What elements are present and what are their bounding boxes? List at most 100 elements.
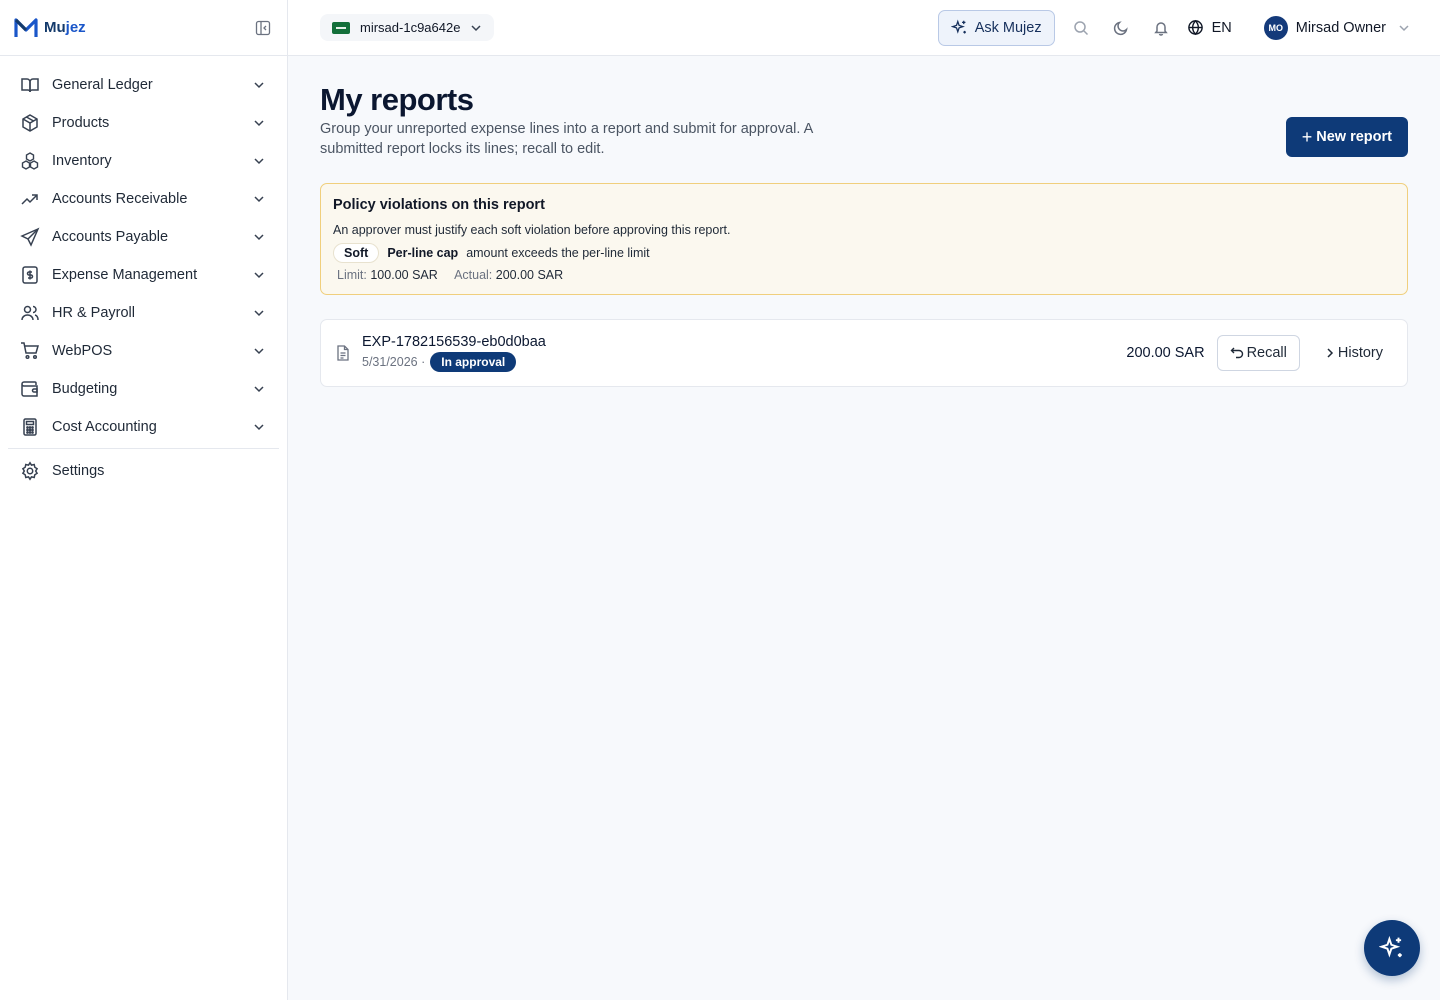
receipt-icon [20, 265, 40, 285]
brand-name: Mujez [44, 19, 86, 36]
chevron-down-icon [251, 343, 267, 359]
sidebar-item-expense-management[interactable]: Expense Management [0, 256, 287, 294]
send-icon [20, 227, 40, 247]
globe-icon [1187, 19, 1203, 36]
language-code: EN [1211, 19, 1232, 36]
history-label: History [1337, 345, 1383, 361]
sidebar-item-products[interactable]: Products [0, 104, 287, 142]
violation-code: Per-line cap [387, 246, 459, 260]
sidebar-item-general-ledger[interactable]: General Ledger [0, 66, 287, 104]
limit-value: 100.00 SAR [370, 268, 438, 282]
severity-badge: Soft [333, 243, 380, 263]
sidebar-item-cost-accounting[interactable]: Cost Accounting [0, 408, 287, 446]
chevron-down-icon [251, 267, 267, 283]
avatar: MO [1263, 15, 1288, 40]
file-text-icon [335, 345, 351, 361]
sidebar-item-label: Settings [52, 463, 105, 479]
alert-description: An approver must justify each soft viola… [333, 223, 731, 237]
report-meta: 5/31/2026 · In approval [362, 352, 1126, 372]
sparkles-icon [950, 19, 966, 34]
theme-toggle-button[interactable] [1101, 10, 1141, 46]
sidebar-item-webpos[interactable]: WebPOS [0, 332, 287, 370]
boxes-icon [20, 151, 40, 171]
report-id: EXP-1782156539-eb0d0baa [362, 334, 546, 350]
moon-icon [1113, 20, 1128, 35]
sidebar-item-inventory[interactable]: Inventory [0, 142, 287, 180]
violation-limits: Limit: 100.00 SAR Actual: 200.00 SAR [333, 268, 1395, 282]
report-amount: 200.00 SAR [1126, 345, 1205, 361]
brand-logo[interactable]: Mujez [14, 17, 86, 39]
chevron-down-icon [1399, 24, 1409, 31]
book-icon [20, 75, 40, 95]
chevron-down-icon [251, 381, 267, 397]
user-menu[interactable]: MO Mirsad Owner [1263, 15, 1410, 40]
ask-mujez-button[interactable]: Ask Mujez [937, 9, 1055, 46]
users-icon [20, 303, 40, 323]
page-subtitle: Group your unreported expense lines into… [320, 121, 813, 157]
gear-icon [20, 461, 40, 481]
search-icon [1073, 20, 1088, 35]
trending-up-icon [20, 189, 40, 209]
chevron-down-icon [251, 77, 267, 93]
new-report-button[interactable]: + New report [1285, 117, 1408, 157]
sidebar-header: Mujez [0, 0, 287, 56]
wallet-icon [20, 379, 40, 399]
page-title: My reports [320, 82, 474, 117]
assistant-fab[interactable] [1364, 920, 1420, 976]
sidebar-item-label: Accounts Payable [52, 229, 169, 245]
chevron-down-icon [251, 191, 267, 207]
sidebar-item-accounts-payable[interactable]: Accounts Payable [0, 218, 287, 256]
recall-button[interactable]: Recall [1216, 335, 1300, 371]
sidebar-collapse-button[interactable] [253, 18, 273, 38]
sidebar-item-label: Accounts Receivable [52, 191, 188, 207]
plus-icon: + [1301, 126, 1313, 147]
notifications-button[interactable] [1141, 10, 1181, 46]
sidebar-item-label: General Ledger [52, 77, 153, 93]
panel-left-icon [255, 20, 271, 35]
report-date: 5/31/2026 · [362, 355, 426, 369]
mujez-logo-icon [14, 17, 38, 37]
calculator-icon [20, 417, 40, 437]
sidebar-item-label: HR & Payroll [52, 305, 135, 321]
limit-label: Limit: [337, 268, 367, 282]
new-report-label: New report [1316, 129, 1392, 145]
chevron-down-icon [251, 153, 267, 169]
page-header: My reports Group your unreported expense… [320, 56, 1408, 159]
sidebar-item-label: Expense Management [52, 267, 198, 283]
main-content: My reports Group your unreported expense… [320, 56, 1408, 387]
undo-icon [1230, 347, 1243, 359]
sidebar-item-budgeting[interactable]: Budgeting [0, 370, 287, 408]
topbar-actions: Ask Mujez EN MO Mirsad Owner [937, 9, 1410, 46]
tenant-selector[interactable]: mirsad-1c9a642e [320, 14, 495, 41]
history-button[interactable]: History [1326, 345, 1383, 361]
sidebar-item-label: Products [52, 115, 110, 131]
chevron-down-icon [251, 229, 267, 245]
status-badge: In approval [430, 352, 517, 372]
user-name: Mirsad Owner [1295, 19, 1386, 36]
sidebar-item-accounts-receivable[interactable]: Accounts Receivable [0, 180, 287, 218]
actual-value: 200.00 SAR [495, 268, 564, 282]
cart-icon [20, 341, 40, 361]
language-selector[interactable]: EN [1187, 19, 1232, 36]
bell-icon [1153, 21, 1168, 36]
violation-message: amount exceeds the per-line limit [466, 246, 650, 260]
ask-mujez-label: Ask Mujez [974, 19, 1042, 36]
tenant-name: mirsad-1c9a642e [360, 20, 461, 35]
sidebar-divider [8, 448, 279, 449]
chevron-right-icon [1327, 348, 1333, 358]
sidebar-item-settings[interactable]: Settings [0, 451, 287, 491]
recall-label: Recall [1246, 345, 1287, 361]
chevron-down-icon [251, 419, 267, 435]
sidebar-item-label: Cost Accounting [52, 419, 157, 435]
chevron-down-icon [251, 115, 267, 131]
sidebar-item-label: WebPOS [52, 343, 113, 359]
sidebar: Mujez General Ledger Products Inventory … [0, 0, 288, 1000]
search-button[interactable] [1061, 10, 1101, 46]
report-info: EXP-1782156539-eb0d0baa 5/31/2026 · In a… [362, 334, 1126, 372]
violation-row: Soft Per-line cap amount exceeds the per… [333, 243, 1395, 263]
report-row[interactable]: EXP-1782156539-eb0d0baa 5/31/2026 · In a… [320, 319, 1408, 387]
sidebar-item-hr-payroll[interactable]: HR & Payroll [0, 294, 287, 332]
chevron-down-icon [471, 24, 481, 31]
alert-title: Policy violations on this report [333, 197, 545, 213]
sidebar-item-label: Inventory [52, 153, 112, 169]
